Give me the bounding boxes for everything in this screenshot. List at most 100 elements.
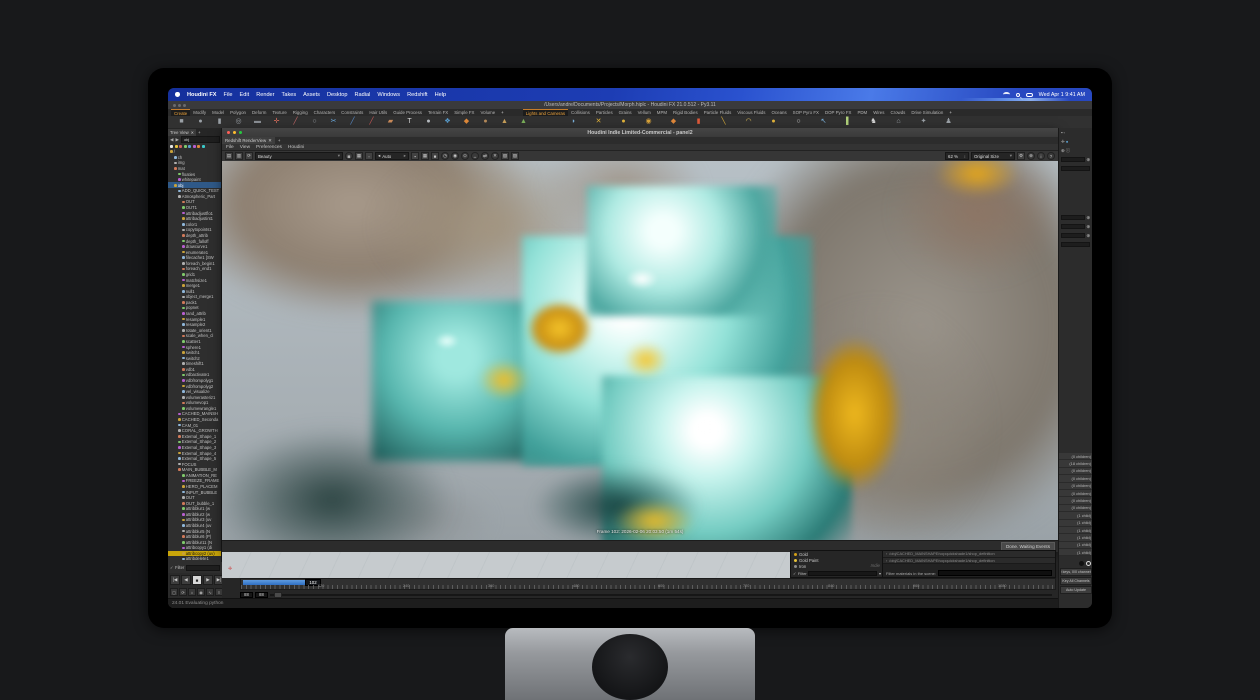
range-end-field[interactable]: 88: [255, 592, 268, 598]
shelf-tool-icon[interactable]: ●: [191, 117, 210, 127]
param-field[interactable]: [1061, 215, 1085, 220]
clock-icon[interactable]: ◷: [441, 152, 449, 160]
param-field[interactable]: [1061, 224, 1085, 229]
shelf-tab[interactable]: Constraints: [338, 109, 366, 116]
render-menu-item[interactable]: Houdini: [288, 145, 304, 150]
dropdown-icon[interactable]: ▾: [879, 571, 881, 576]
shelf-tab[interactable]: Terrain FX: [425, 109, 451, 116]
shelf-tab[interactable]: Drive Simulation: [908, 109, 946, 116]
back-icon[interactable]: ◀: [170, 137, 173, 143]
shelf-tool-icon[interactable]: ♟: [936, 117, 961, 127]
shelf-tool-icon[interactable]: ▲: [514, 117, 533, 127]
shelf-tab[interactable]: Characters: [311, 109, 338, 116]
palette-swatch[interactable]: [193, 145, 196, 148]
swap-icon[interactable]: ⇄: [481, 152, 489, 160]
info-icon[interactable]: i: [1037, 152, 1045, 160]
shelf-tool-icon[interactable]: ●: [476, 117, 495, 127]
camera-select[interactable]: ◂Auto▸: [375, 152, 409, 160]
apple-icon[interactable]: [175, 92, 180, 97]
shelf-tool-icon[interactable]: ╱: [286, 117, 305, 127]
shelf-tool-icon[interactable]: ▰: [381, 117, 400, 127]
aov-select[interactable]: Beauty ▾: [255, 152, 343, 160]
range-start-field[interactable]: 88: [240, 592, 253, 598]
shelf-tool-icon[interactable]: ↖: [811, 117, 836, 127]
add-tab-button[interactable]: +: [196, 130, 202, 135]
shelf-tool-icon[interactable]: ▮: [686, 117, 711, 127]
render-menu-item[interactable]: Preferences: [256, 145, 282, 150]
tab-tree-view[interactable]: Tree View ✕: [168, 129, 196, 136]
panel-icon[interactable]: ▫: [1064, 130, 1066, 135]
range-slider-handle[interactable]: [274, 592, 282, 598]
shelf-tool-icon[interactable]: ╲: [711, 117, 736, 127]
check-icon[interactable]: ✓: [170, 565, 174, 570]
tab-redshift-renderview[interactable]: Redshift RenderView ✕: [222, 137, 275, 144]
material-item[interactable]: Iron: [791, 563, 882, 569]
shelf-tool-icon[interactable]: ■: [172, 117, 191, 127]
shelf-tab[interactable]: Texture: [269, 109, 289, 116]
crop-icon[interactable]: ▫: [365, 152, 373, 160]
shelf-tab[interactable]: Collisions: [568, 109, 593, 116]
timeline-ruler[interactable]: 102 1202403604806007208409601080: [240, 578, 1056, 590]
palette-swatch[interactable]: [175, 145, 178, 148]
shelf-tool-icon[interactable]: ◎: [229, 117, 248, 127]
target-icon[interactable]: ◉: [451, 152, 459, 160]
shelf-tab[interactable]: Rigid Bodies: [670, 109, 701, 116]
param-field[interactable]: [1061, 233, 1085, 238]
shelf-tab[interactable]: Hair Utils: [366, 109, 390, 116]
render-menu-item[interactable]: File: [226, 145, 234, 150]
menubar-item[interactable]: File: [224, 92, 233, 98]
region-icon[interactable]: ■: [431, 152, 439, 160]
shelf-tool-icon[interactable]: ▲: [495, 117, 514, 127]
shelf-tab[interactable]: Guide Process: [390, 109, 425, 116]
playbar-option-icon[interactable]: ⟳: [179, 588, 187, 596]
menubar-item[interactable]: Assets: [303, 92, 320, 98]
tree-node-row[interactable]: attribdelete1: [168, 556, 222, 562]
close-icon[interactable]: ✕: [191, 130, 195, 135]
shelf-tool-icon[interactable]: ✦: [911, 117, 936, 127]
shelf-tool-icon[interactable]: ⌂: [886, 117, 911, 127]
link-icon[interactable]: ⊕: [1086, 233, 1090, 239]
shelf-tool-icon[interactable]: ◠: [736, 117, 761, 127]
focus-icon[interactable]: ⊙: [461, 152, 469, 160]
shelf-tool-icon[interactable]: ✂: [324, 117, 343, 127]
playbar-option-icon[interactable]: ▢: [170, 588, 178, 596]
shelf-tool-icon[interactable]: ◆: [457, 117, 476, 127]
shelf-tab[interactable]: Grains: [616, 109, 635, 116]
shelf-tool-icon[interactable]: ◗: [561, 117, 586, 127]
shelf-tool-icon[interactable]: ◆: [661, 117, 686, 127]
check-icon[interactable]: ✓: [793, 571, 796, 576]
material-filter-input[interactable]: [808, 571, 877, 576]
shelf-tab[interactable]: Modify: [190, 109, 209, 116]
shelf-tool-icon[interactable]: ✛: [267, 117, 286, 127]
shelf-tab[interactable]: Model: [209, 109, 227, 116]
add-icon[interactable]: ✛: [1061, 139, 1065, 145]
shelf-tab[interactable]: MPM: [654, 109, 670, 116]
snapshot-icon[interactable]: ◙: [345, 152, 353, 160]
grid-icon[interactable]: ▦: [421, 152, 429, 160]
expand-icon[interactable]: ↔: [471, 152, 479, 160]
palette-swatch[interactable]: [184, 145, 187, 148]
shelf-tool-icon[interactable]: ●: [611, 117, 636, 127]
shelf-tool-icon[interactable]: ▌: [836, 117, 861, 127]
auto-update-button[interactable]: Auto Update: [1060, 586, 1092, 594]
shelf-tab[interactable]: Oceans: [769, 109, 790, 116]
forward-icon[interactable]: ▶: [175, 137, 178, 143]
shelf-tab[interactable]: DOP Pyro FX: [822, 109, 855, 116]
menubar-item[interactable]: Render: [256, 92, 274, 98]
link-icon[interactable]: ⊕: [1086, 224, 1090, 230]
palette-swatch[interactable]: [170, 145, 173, 148]
shelf-tab[interactable]: Simple FX: [451, 109, 477, 116]
menubar-app-name[interactable]: Houdini FX: [187, 92, 217, 98]
shelf-tool-icon[interactable]: ○: [786, 117, 811, 127]
shelf-tab[interactable]: Particle Fluids: [701, 109, 735, 116]
param-field[interactable]: [1061, 166, 1090, 171]
transport-button[interactable]: ▶: [203, 575, 213, 585]
add-tab-button[interactable]: +: [275, 138, 284, 143]
shelf-tool-icon[interactable]: ♞: [861, 117, 886, 127]
param-field[interactable]: [1061, 242, 1090, 247]
refresh-icon[interactable]: ⟳: [245, 152, 253, 160]
tree-path-field[interactable]: obj: [181, 136, 220, 143]
shelf-tab[interactable]: Vellum: [635, 109, 654, 116]
shelf-tab[interactable]: Crowds: [887, 109, 908, 116]
menubar-item[interactable]: Radial: [355, 92, 371, 98]
